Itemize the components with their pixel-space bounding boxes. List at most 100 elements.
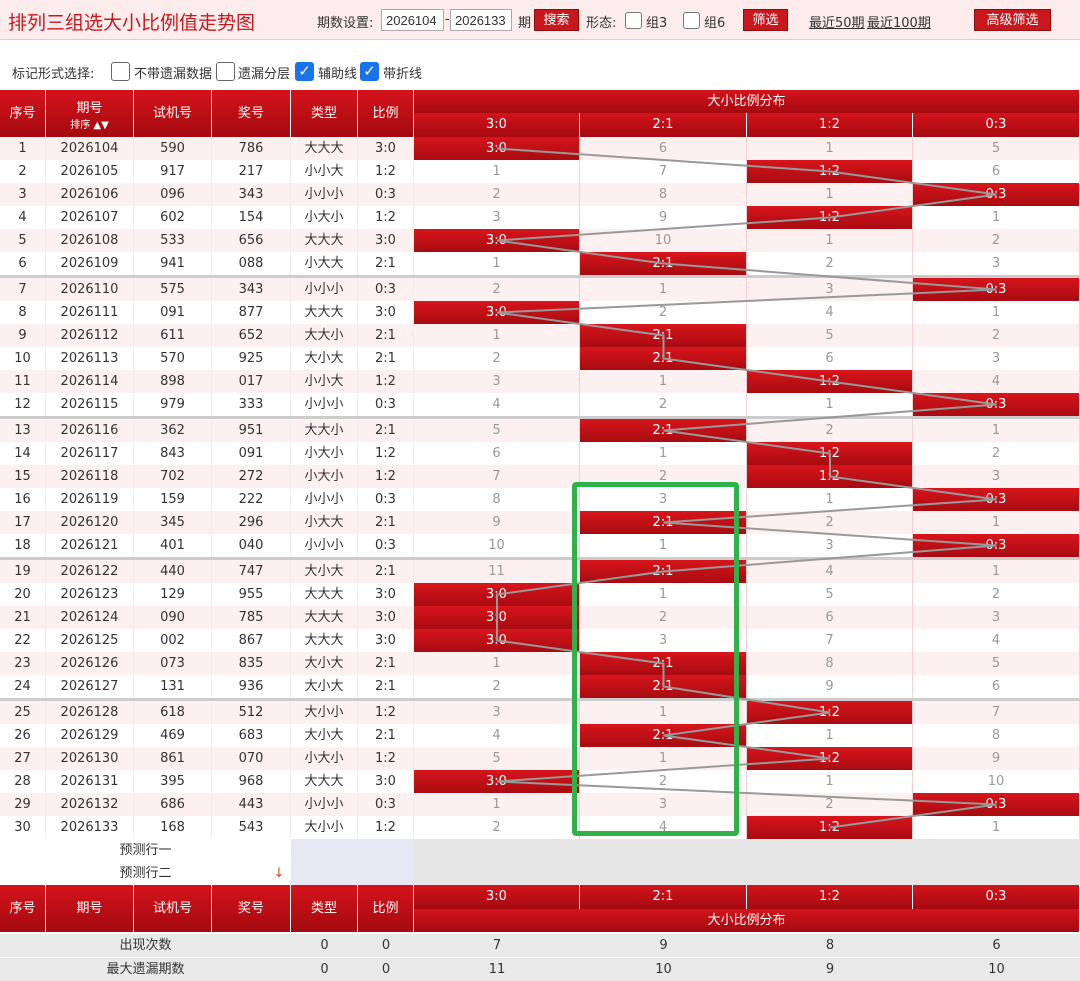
- row-period: 2026104: [46, 137, 134, 160]
- row-trial: 401: [134, 534, 212, 557]
- col-header-dist-2: 1:2: [747, 113, 913, 137]
- row-ratio: 3:0: [358, 583, 414, 606]
- search-button[interactable]: 搜索: [534, 9, 579, 31]
- row-type: 小大小: [291, 465, 358, 488]
- summary-value: 6: [913, 934, 1080, 957]
- row-prize: 925: [212, 347, 291, 370]
- row-trial: 702: [134, 465, 212, 488]
- dist-hit-cell: 3:0: [414, 301, 580, 324]
- dist-hit-cell: 3:0: [414, 606, 580, 629]
- omission-layer-label: 遗漏分层: [238, 67, 291, 82]
- row-prize: 343: [212, 278, 291, 301]
- row-period: 2026119: [46, 488, 134, 511]
- row-trial: 090: [134, 606, 212, 629]
- dist-miss-cell: 10: [580, 229, 747, 252]
- row-prize: 951: [212, 419, 291, 442]
- dist-miss-cell: 1: [580, 370, 747, 393]
- dist-miss-cell: 1: [747, 724, 913, 747]
- row-period: 2026123: [46, 583, 134, 606]
- row-ratio: 3:0: [358, 229, 414, 252]
- row-ratio: 1:2: [358, 747, 414, 770]
- dist-miss-cell: 2: [913, 442, 1080, 465]
- row-prize: 343: [212, 183, 291, 206]
- row-prize: 070: [212, 747, 291, 770]
- row-type: 大大大: [291, 137, 358, 160]
- row-trial: 362: [134, 419, 212, 442]
- row-ratio: 2:1: [358, 419, 414, 442]
- row-period: 2026129: [46, 724, 134, 747]
- omission-layer-checkbox[interactable]: [216, 62, 235, 81]
- predict-row-1-input[interactable]: [291, 839, 414, 862]
- row-ratio: 1:2: [358, 442, 414, 465]
- row-type: 小大小: [291, 206, 358, 229]
- advanced-filter-button[interactable]: 高级筛选: [974, 9, 1051, 31]
- dist-miss-cell: 8: [414, 488, 580, 511]
- predict-row-2-input[interactable]: [291, 862, 414, 885]
- row-seq: 15: [0, 465, 46, 488]
- row-seq: 26: [0, 724, 46, 747]
- row-ratio: 1:2: [358, 206, 414, 229]
- dist-miss-cell: 1: [747, 770, 913, 793]
- recent-50-link[interactable]: 最近50期: [809, 12, 865, 31]
- dist-miss-cell: 1: [913, 816, 1080, 839]
- guide-line-checkbox[interactable]: ✓: [295, 62, 314, 81]
- dist-hit-cell: 0:3: [913, 278, 1080, 301]
- dist-miss-cell: 1: [414, 252, 580, 275]
- predict-row-1-dist: [414, 839, 1080, 862]
- row-ratio: 2:1: [358, 560, 414, 583]
- dist-miss-cell: 2: [747, 419, 913, 442]
- row-trial: 570: [134, 347, 212, 370]
- row-type: 大大大: [291, 229, 358, 252]
- foot-header-distribution: 大小比例分布: [414, 909, 1080, 932]
- col-header-distribution: 大小比例分布: [414, 90, 1080, 113]
- foot-header-dist-0: 3:0: [414, 885, 580, 909]
- row-period: 2026121: [46, 534, 134, 557]
- summary-label: 出现次数: [0, 934, 291, 957]
- row-type: 大大大: [291, 583, 358, 606]
- group6-checkbox[interactable]: [683, 12, 700, 29]
- foot-header-trial: 试机号: [134, 885, 212, 932]
- row-type: 小小小: [291, 183, 358, 206]
- predict-arrow-icon[interactable]: ↓: [272, 862, 286, 885]
- dist-miss-cell: 6: [913, 675, 1080, 698]
- dist-miss-cell: 2: [913, 324, 1080, 347]
- period-from-input[interactable]: [381, 9, 444, 31]
- row-period: 2026126: [46, 652, 134, 675]
- row-trial: 345: [134, 511, 212, 534]
- dist-miss-cell: 3: [913, 252, 1080, 275]
- dist-hit-cell: 1:2: [747, 747, 913, 770]
- dist-miss-cell: 3: [913, 606, 1080, 629]
- dist-miss-cell: 3: [414, 206, 580, 229]
- row-type: 小小小: [291, 393, 358, 416]
- recent-100-link[interactable]: 最近100期: [867, 12, 931, 31]
- row-trial: 861: [134, 747, 212, 770]
- polyline-checkbox[interactable]: ✓: [360, 62, 379, 81]
- row-prize: 333: [212, 393, 291, 416]
- dist-hit-cell: 0:3: [913, 793, 1080, 816]
- sort-icon[interactable]: 排序 ▲▼: [70, 116, 109, 131]
- col-header-period[interactable]: 期号 排序 ▲▼: [46, 90, 134, 137]
- row-trial: 611: [134, 324, 212, 347]
- top-toolbar: 排列三组选大小比例值走势图 期数设置: - 期 搜索 形态: 组3 组6 筛选 …: [0, 0, 1080, 40]
- dist-miss-cell: 4: [747, 560, 913, 583]
- dist-hit-cell: 2:1: [580, 347, 747, 370]
- period-to-input[interactable]: [450, 9, 512, 31]
- no-omission-checkbox[interactable]: [111, 62, 130, 81]
- dist-miss-cell: 1: [747, 488, 913, 511]
- filter-button[interactable]: 筛选: [743, 9, 788, 31]
- row-type: 大小大: [291, 675, 358, 698]
- row-type: 大小大: [291, 724, 358, 747]
- row-prize: 154: [212, 206, 291, 229]
- summary-value: 10: [580, 958, 747, 981]
- row-seq: 9: [0, 324, 46, 347]
- row-ratio: 2:1: [358, 511, 414, 534]
- group3-checkbox[interactable]: [625, 12, 642, 29]
- row-ratio: 1:2: [358, 465, 414, 488]
- dist-miss-cell: 3: [747, 534, 913, 557]
- row-seq: 23: [0, 652, 46, 675]
- row-type: 大大小: [291, 419, 358, 442]
- row-type: 小小大: [291, 160, 358, 183]
- row-type: 大小大: [291, 347, 358, 370]
- foot-header-dist-3: 0:3: [913, 885, 1080, 909]
- marker-options-bar: 标记形式选择: 不带遗漏数据 遗漏分层 ✓ 辅助线 ✓ 带折线: [0, 56, 1080, 86]
